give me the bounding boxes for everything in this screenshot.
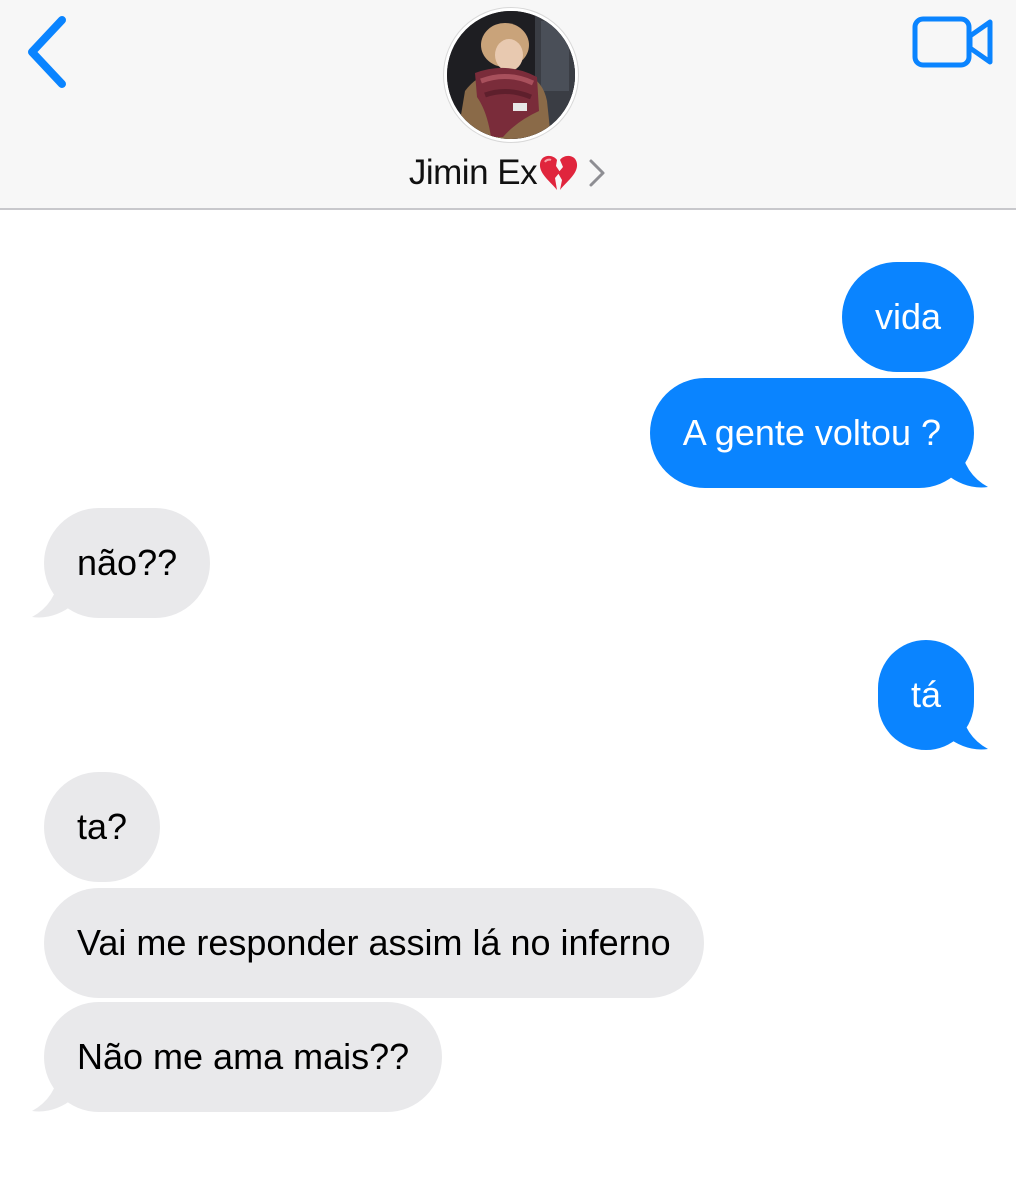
broken-heart-icon xyxy=(540,155,578,190)
messages-screen: Jimin Ex vida A gente voltou ? não?? tá … xyxy=(0,0,1016,1200)
conversation-header: Jimin Ex xyxy=(0,0,1016,210)
message-text: ta? xyxy=(77,806,128,847)
message-text: Não me ama mais?? xyxy=(77,1036,410,1077)
message-bubble-received[interactable]: ta? xyxy=(44,772,161,882)
bubble-tail xyxy=(32,574,74,618)
chevron-left-icon xyxy=(28,16,66,88)
contact-avatar[interactable] xyxy=(444,8,578,142)
chevron-right-icon xyxy=(589,159,605,187)
bubble-tail xyxy=(32,1068,74,1112)
video-call-button[interactable] xyxy=(912,16,994,68)
message-text: vida xyxy=(874,296,941,337)
message-bubble-received[interactable]: Não me ama mais?? xyxy=(44,1002,443,1112)
message-bubble-received[interactable]: Vai me responder assim lá no inferno xyxy=(44,888,704,998)
message-text: Vai me responder assim lá no inferno xyxy=(77,922,671,963)
back-button[interactable] xyxy=(22,14,74,92)
message-bubble-sent[interactable]: A gente voltou ? xyxy=(649,378,974,488)
contact-name: Jimin Ex xyxy=(408,153,538,192)
bubble-tail xyxy=(946,444,988,488)
message-text: A gente voltou ? xyxy=(682,412,941,453)
contact-name-button[interactable]: Jimin Ex xyxy=(0,148,1016,198)
video-camera-icon xyxy=(912,16,993,68)
avatar-photo xyxy=(447,11,575,139)
message-text: tá xyxy=(910,674,941,715)
bubble-tail xyxy=(946,706,988,750)
message-text: não?? xyxy=(77,542,178,583)
message-bubble-sent[interactable]: vida xyxy=(841,262,974,372)
